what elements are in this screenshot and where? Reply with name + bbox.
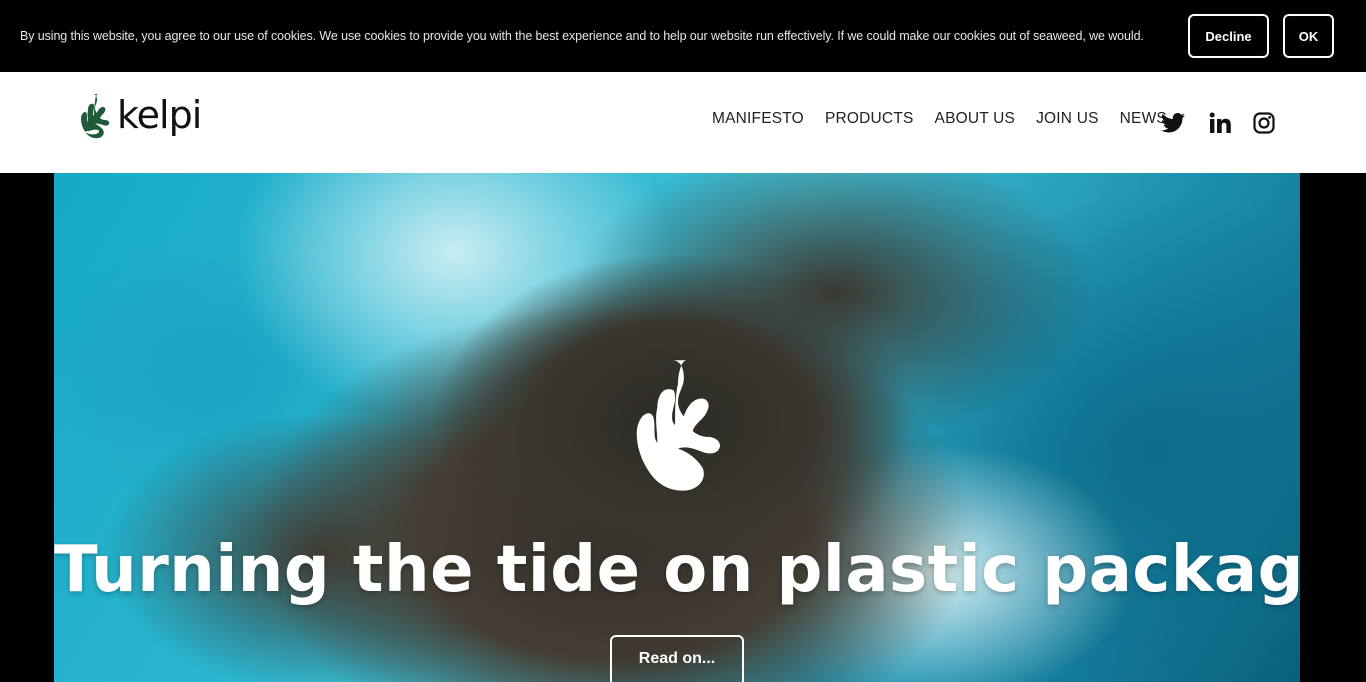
- instagram-icon: [1253, 112, 1275, 134]
- nav-item-manifesto[interactable]: MANIFESTO: [712, 110, 804, 128]
- instagram-link[interactable]: [1252, 111, 1276, 135]
- nav-item-news[interactable]: NEWS: [1120, 110, 1167, 128]
- nav-item-about-us[interactable]: ABOUT US: [935, 110, 1016, 128]
- kelp-logo-icon: [81, 94, 110, 139]
- hero-title: Turning the tide on plastic packaging: [54, 533, 1300, 607]
- hero-banner: Turning the tide on plastic packaging Re…: [54, 173, 1300, 682]
- cookie-message: By using this website, you agree to our …: [20, 29, 1144, 43]
- accept-cookies-button[interactable]: OK: [1283, 14, 1334, 58]
- twitter-icon: [1161, 113, 1185, 133]
- read-on-button[interactable]: Read on...: [610, 635, 744, 682]
- main-navigation: MANIFESTO PRODUCTS ABOUT US JOIN US NEWS: [712, 110, 1188, 128]
- linkedin-link[interactable]: [1208, 111, 1232, 135]
- twitter-link[interactable]: [1161, 111, 1185, 135]
- site-header: kelpi MANIFESTO PRODUCTS ABOUT US JOIN U…: [0, 72, 1366, 173]
- site-logo[interactable]: kelpi: [77, 92, 202, 142]
- decline-cookies-button[interactable]: Decline: [1188, 14, 1269, 58]
- nav-item-join-us[interactable]: JOIN US: [1036, 110, 1099, 128]
- cookie-banner: By using this website, you agree to our …: [0, 0, 1366, 72]
- logo-wordmark: kelpi: [117, 93, 202, 137]
- kelp-logo-icon: [636, 360, 720, 491]
- nav-item-products[interactable]: PRODUCTS: [825, 110, 914, 128]
- linkedin-icon: [1209, 112, 1231, 133]
